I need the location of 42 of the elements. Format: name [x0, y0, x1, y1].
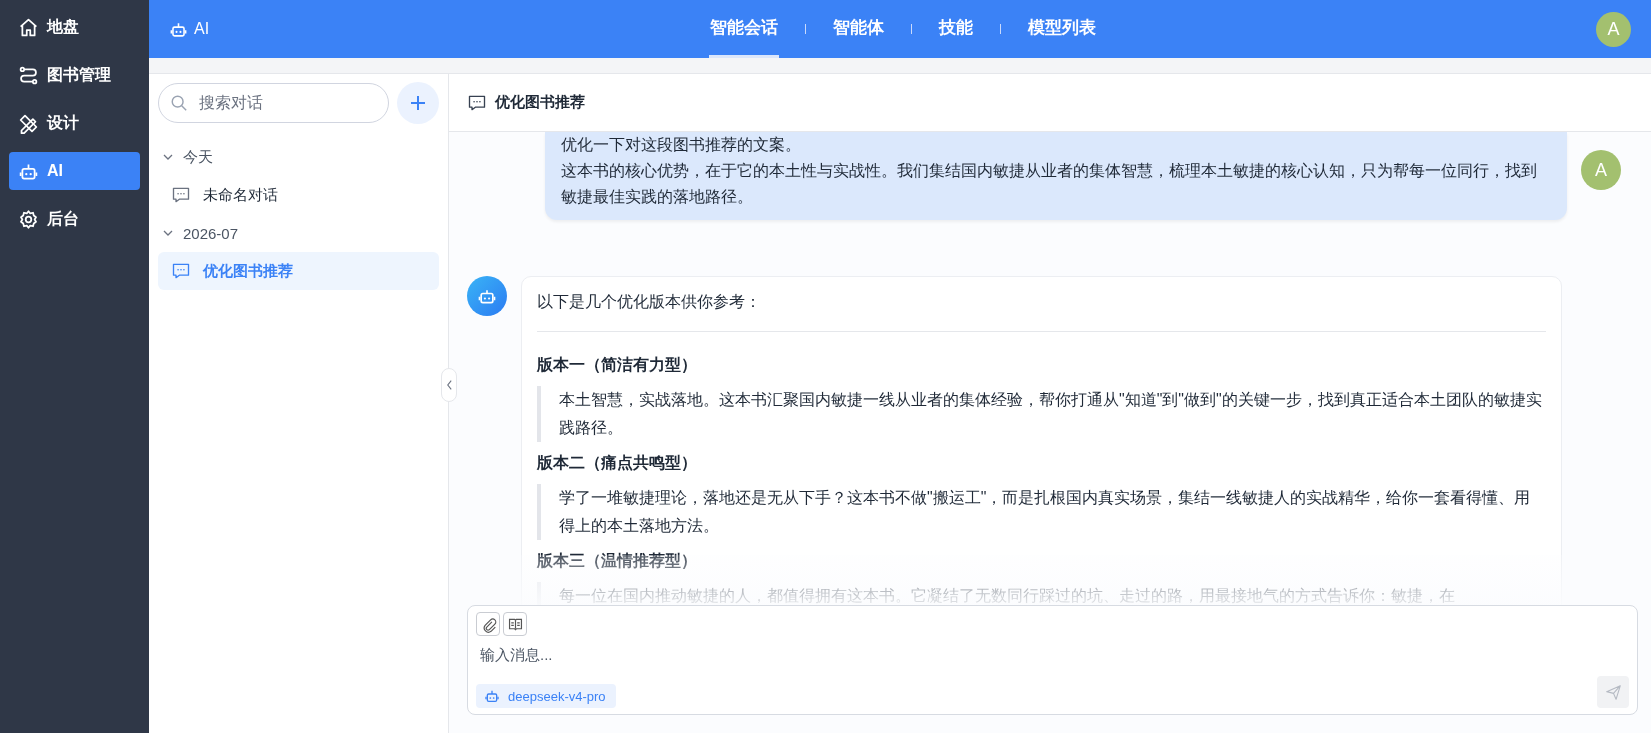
- nav-item[interactable]: 设计: [9, 104, 140, 142]
- chat-title: 优化图书推荐: [495, 93, 585, 112]
- quote-text: 本土智慧，实战落地。这本书汇聚国内敏捷一线从业者的集体经验，帮你打通从"知道"到"做到"的关键一步，找到真正适合本土团队的敏捷实践路径。: [537, 386, 1546, 442]
- nav-tab[interactable]: 模型列表: [1027, 0, 1097, 58]
- message-text: 以下是几个优化版本供你参考：: [537, 292, 762, 312]
- chat-bubble-icon: [171, 261, 191, 281]
- home-icon: [18, 16, 39, 38]
- message-text: 优化一下对这段图书推荐的文案。: [561, 135, 802, 155]
- chat-bubble-icon: [171, 185, 191, 205]
- conversation-item[interactable]: 未命名对话: [158, 176, 439, 214]
- collapse-handle[interactable]: [441, 368, 457, 402]
- group-header[interactable]: 今天: [158, 138, 439, 176]
- user-avatar: A: [1581, 150, 1621, 190]
- attach-button[interactable]: [476, 612, 500, 636]
- knowledge-button[interactable]: [503, 612, 527, 636]
- nav-item[interactable]: AI: [9, 152, 140, 190]
- quote-text: 学了一堆敏捷理论，落地还是无从下手？这本书不做"搬运工"，而是扎根国内真实场景，集结一线敏捷人的实战精华，给你一套看得懂、用得上的本土落地方法。: [537, 484, 1546, 540]
- app-label: AI: [194, 20, 210, 38]
- nav-tab[interactable]: 技能: [938, 0, 974, 58]
- group-header[interactable]: 2026-07: [158, 214, 439, 252]
- message-text: 这本书的核心优势，在于它的本土性与实战性。我们集结国内敏捷从业者的集体智慧，梳理本土敏捷的核心认知，只为帮每一位同行，找到敏捷最佳实践的落地路径。: [561, 161, 1538, 207]
- model-selector[interactable]: deepseek-v4-pro: [476, 684, 616, 708]
- search-icon: [170, 94, 188, 112]
- nav-item[interactable]: 地盘: [9, 8, 140, 46]
- nav-item[interactable]: 图书管理: [9, 56, 140, 94]
- version-heading: 版本二（痛点共鸣型）: [537, 453, 698, 473]
- robot-icon: [484, 688, 500, 704]
- version-heading: 版本三（温情推荐型）: [537, 551, 698, 571]
- chevron-left-icon: [445, 379, 453, 391]
- send-icon: [1604, 683, 1622, 701]
- pencil-ruler-icon: [18, 112, 39, 134]
- route-icon: [18, 64, 39, 86]
- message-input[interactable]: 输入消息...: [476, 646, 1629, 672]
- nav-item[interactable]: 后台: [9, 200, 140, 238]
- conversation-item[interactable]: 优化图书推荐: [158, 252, 439, 290]
- settings-icon: [18, 208, 39, 230]
- new-chat-button[interactable]: [397, 82, 439, 124]
- plus-icon: [408, 93, 428, 113]
- version-heading: 版本一（简洁有力型）: [537, 355, 698, 375]
- nav-tab[interactable]: 智能体: [832, 0, 885, 58]
- user-avatar[interactable]: A: [1596, 11, 1631, 47]
- search-field[interactable]: 搜索对话: [158, 83, 389, 123]
